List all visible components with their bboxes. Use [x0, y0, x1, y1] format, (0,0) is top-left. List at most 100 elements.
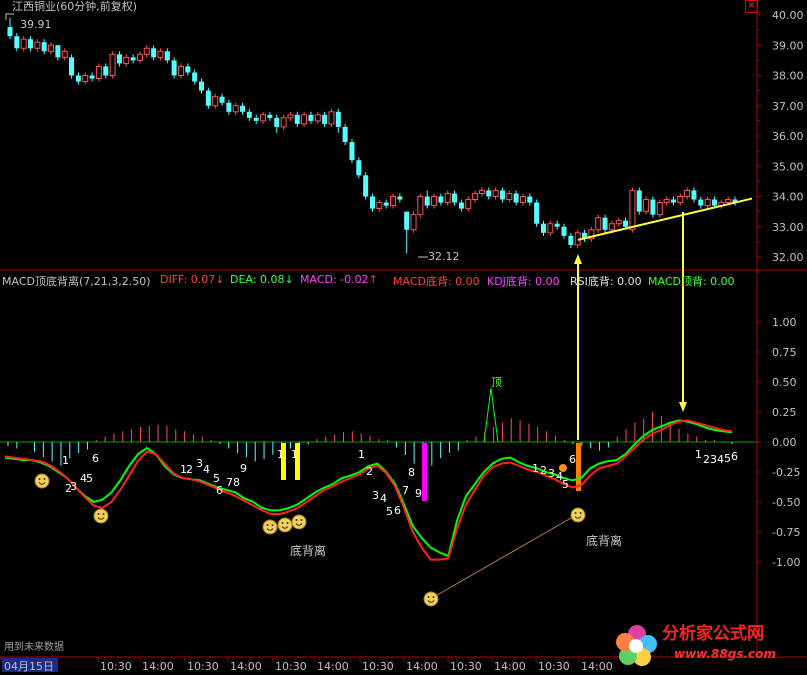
candle-body [554, 223, 560, 227]
candle-body [519, 196, 526, 204]
candle-body [69, 57, 75, 76]
candle-body [363, 175, 369, 197]
watermark-name: 分析家公式网 [662, 624, 764, 644]
divergence-label-2: 底背离 [586, 534, 623, 548]
candle-body [602, 217, 608, 230]
candle-body [287, 114, 294, 119]
time-tick-label: 10:30 [187, 660, 219, 673]
time-tick-label: 14:00 [230, 660, 262, 673]
close-button[interactable]: × [745, 0, 758, 13]
candle-body [95, 65, 102, 80]
price-tick-label: 39.00 [772, 39, 804, 52]
candle-body [7, 27, 13, 37]
macd-top-value: MACD顶背: 0.00 [648, 275, 735, 288]
candle-body [356, 160, 362, 176]
candle-body [151, 48, 157, 58]
candle-body [116, 54, 122, 64]
time-tick-label: 10:30 [362, 660, 394, 673]
candle-body [199, 81, 205, 91]
candle-body [48, 44, 55, 52]
candle-body [212, 96, 219, 107]
count-label: 2 [366, 465, 373, 478]
count-label: 4 [717, 453, 724, 466]
dea-value: DEA: 0.08↓ [230, 273, 294, 286]
candle-body [75, 75, 81, 82]
count-label: 9 [415, 487, 422, 500]
time-tick-label: 14:00 [317, 660, 349, 673]
candle-body [370, 196, 375, 209]
signal-markers [5, 13, 753, 607]
candle-body [205, 90, 211, 106]
candle-body [506, 192, 513, 201]
candle-body [61, 50, 68, 58]
candle-body [513, 193, 519, 203]
yellow-arrow-head [574, 254, 582, 264]
candle-body [691, 190, 697, 200]
count-label: 3 [196, 457, 203, 470]
candle-body [55, 45, 61, 58]
candle-body [478, 189, 485, 194]
candle-body [656, 202, 663, 216]
candle-body [130, 57, 136, 61]
candle-body [246, 111, 252, 118]
future-data-note: 用到未来数据 [4, 642, 64, 653]
smiley-marker-icon [570, 507, 586, 523]
smiley-marker-icon [423, 591, 439, 607]
candle-body [322, 114, 328, 124]
candle-body [444, 192, 451, 204]
candle-body [561, 226, 567, 236]
price-tick-label: 33.00 [772, 221, 804, 234]
candle-body [725, 199, 732, 204]
candle-body [240, 105, 246, 112]
candle-body [534, 202, 540, 224]
candle-body [274, 117, 280, 127]
candle-body [472, 192, 479, 201]
candle-body [677, 196, 684, 204]
count-label: 1 [358, 448, 365, 461]
low-price-label: 32.12 [428, 250, 460, 263]
candle-body [608, 223, 615, 231]
candle-body [328, 111, 335, 125]
candle-body [143, 47, 150, 55]
candle-body [486, 190, 492, 197]
price-tick-label: 37.00 [772, 100, 804, 113]
candle-body [704, 199, 711, 207]
candle-body [431, 196, 438, 207]
candle-body [177, 65, 184, 77]
count-label: 5 [562, 478, 569, 491]
count-label: 3 [372, 489, 379, 502]
candle-body [629, 189, 636, 231]
count-label: 7 [402, 484, 409, 497]
candle-body [267, 114, 273, 118]
orange-signal-bar [576, 443, 581, 491]
chart-grid [0, 0, 807, 658]
candle-body [34, 41, 41, 49]
candle-body [253, 117, 259, 121]
candle-body [499, 190, 505, 200]
stock-chart: 40.0039.0038.0037.0036.0035.0034.0033.00… [0, 0, 807, 673]
magenta-signal-bar [422, 443, 427, 501]
candle-body [452, 193, 458, 203]
candle-body [41, 42, 47, 52]
candle-body [157, 50, 164, 58]
candle-body [465, 199, 472, 210]
candle-body [342, 126, 348, 143]
candle-body [260, 114, 267, 122]
macd-bottom-value: MACD底背: 0.00 [393, 275, 480, 288]
candle-body [136, 53, 143, 61]
count-label: 8 [408, 466, 415, 479]
flower-logo-icon [616, 625, 657, 666]
time-tick-label: 04月15日 [4, 660, 54, 673]
count-label: 6 [394, 504, 401, 517]
top-signal-line [483, 387, 499, 443]
smiley-marker-icon [291, 514, 307, 530]
candle-body [20, 38, 27, 49]
time-tick-label: 10:30 [275, 660, 307, 673]
candle-body [390, 196, 397, 207]
count-label: 6 [216, 484, 223, 497]
candle-body [410, 214, 417, 231]
count-label: 6 [569, 453, 576, 466]
candle-body [547, 223, 554, 234]
count-label: 2 [540, 464, 547, 477]
macd-tick-label: -0.25 [772, 466, 800, 479]
